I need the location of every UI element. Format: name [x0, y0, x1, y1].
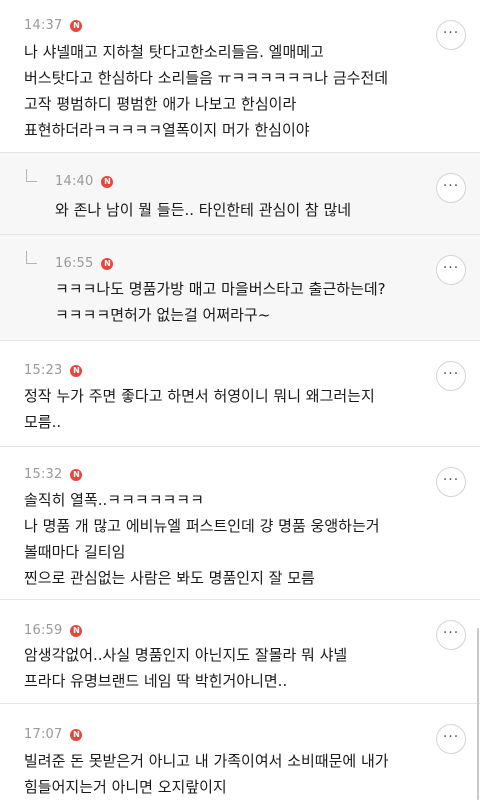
comment-meta: 15:23 N [24, 363, 83, 378]
comment-meta: 14:37 N [24, 18, 83, 33]
new-badge: N [70, 468, 83, 481]
reply-arrow-icon [26, 251, 37, 264]
new-badge: N [70, 624, 83, 637]
ellipsis-icon: ··· [442, 728, 460, 745]
comment-item: 15:32 N 솔직히 열폭..ㅋㅋㅋㅋㅋㅋㅋ 나 명품 개 많고 에비뉴엘 퍼… [0, 447, 480, 600]
reply-item: 14:40 N 와 존나 남이 뭘 들든.. 타인한테 관심이 참 많네 ··· [0, 153, 480, 235]
comment-time: 16:59 [24, 623, 63, 638]
more-options-button[interactable]: ··· [436, 620, 466, 650]
comment-text: 암생각없어..사실 명품인지 아닌지도 잘몰라 뭐 샤넬 프라다 유명브랜드 네… [24, 646, 348, 690]
scrollbar[interactable] [477, 628, 479, 800]
comment-meta: 16:55 N [55, 256, 114, 271]
comment-list: 14:37 N 나 샤넬매고 지하철 탓다고한소리들음. 엘매메고 버스탓다고 … [0, 0, 480, 802]
ellipsis-icon: ··· [442, 259, 460, 276]
comment-text: 빌려준 돈 못받은거 아니고 내 가족이여서 소비때문에 내가 힘들어지는거 아… [24, 752, 389, 796]
comment-time: 17:07 [24, 727, 63, 742]
reply-arrow-icon [26, 169, 37, 182]
new-badge: N [70, 364, 83, 377]
comment-time: 14:40 [55, 174, 94, 189]
comment-item: 16:59 N 암생각없어..사실 명품인지 아닌지도 잘몰라 뭐 샤넬 프라다… [0, 600, 480, 704]
comment-meta: 16:59 N [24, 623, 83, 638]
comment-text: 정작 누가 주면 좋다고 하면서 허영이니 뭐니 왜그러는지 모름.. [24, 387, 375, 431]
ellipsis-icon: ··· [442, 24, 460, 41]
more-options-button[interactable]: ··· [436, 173, 466, 203]
comment-text: 나 샤넬매고 지하철 탓다고한소리들음. 엘매메고 버스탓다고 한심하다 소리들… [24, 43, 389, 139]
ellipsis-icon: ··· [442, 177, 460, 194]
comment-time: 14:37 [24, 18, 63, 33]
new-badge: N [70, 19, 83, 32]
comment-item: 17:07 N 빌려준 돈 못받은거 아니고 내 가족이여서 소비때문에 내가 … [0, 704, 480, 802]
more-options-button[interactable]: ··· [436, 255, 466, 285]
comment-time: 16:55 [55, 256, 94, 271]
comment-time: 15:23 [24, 363, 63, 378]
new-badge: N [70, 728, 83, 741]
new-badge: N [101, 175, 114, 188]
reply-item: 16:55 N ㅋㅋㅋ나도 명품가방 매고 마을버스타고 출근하는데? ㅋㅋㅋㅋ… [0, 235, 480, 341]
more-options-button[interactable]: ··· [436, 724, 466, 754]
comment-meta: 15:32 N [24, 467, 83, 482]
comment-text: ㅋㅋㅋ나도 명품가방 매고 마을버스타고 출근하는데? ㅋㅋㅋㅋ면허가 없는걸 … [55, 280, 386, 324]
comment-time: 15:32 [24, 467, 63, 482]
more-options-button[interactable]: ··· [436, 361, 466, 391]
comment-meta: 14:40 N [55, 174, 114, 189]
new-badge: N [101, 257, 114, 270]
comment-text: 와 존나 남이 뭘 들든.. 타인한테 관심이 참 많네 [55, 201, 352, 219]
more-options-button[interactable]: ··· [436, 20, 466, 50]
comment-meta: 17:07 N [24, 727, 83, 742]
comment-text: 솔직히 열폭..ㅋㅋㅋㅋㅋㅋㅋ 나 명품 개 많고 에비뉴엘 퍼스트인데 걍 명… [24, 491, 380, 587]
ellipsis-icon: ··· [442, 365, 460, 382]
ellipsis-icon: ··· [442, 471, 460, 488]
ellipsis-icon: ··· [442, 624, 460, 641]
comment-item: 15:23 N 정작 누가 주면 좋다고 하면서 허영이니 뭐니 왜그러는지 모… [0, 341, 480, 447]
comment-item: 14:37 N 나 샤넬매고 지하철 탓다고한소리들음. 엘매메고 버스탓다고 … [0, 0, 480, 153]
more-options-button[interactable]: ··· [436, 467, 466, 497]
